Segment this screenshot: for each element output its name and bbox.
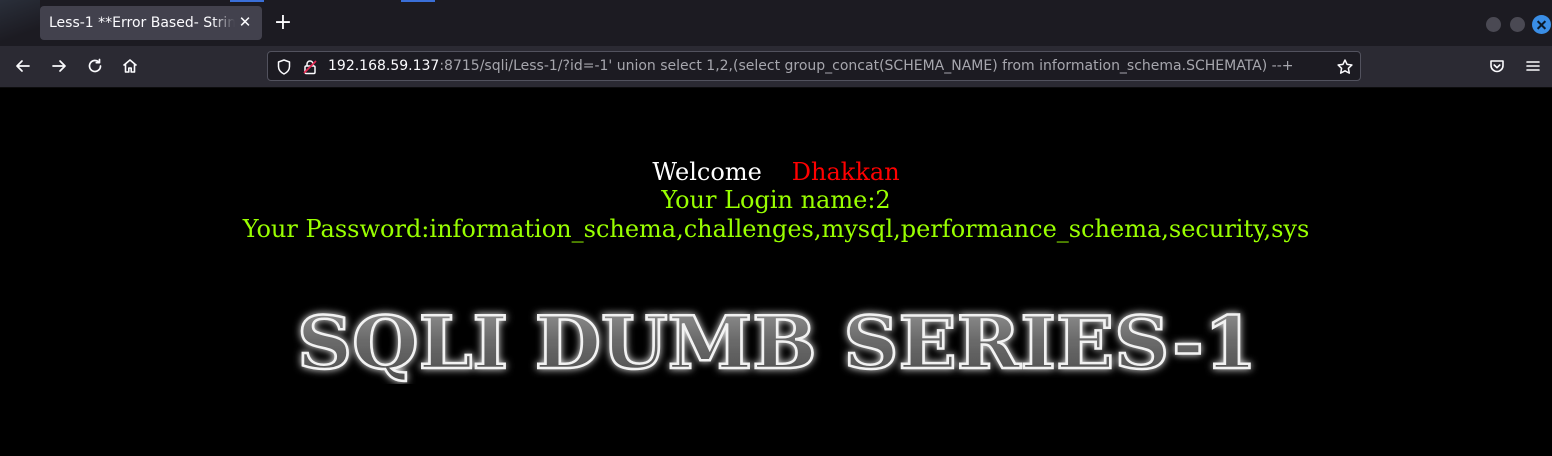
tabstrip-accent xyxy=(401,0,435,2)
welcome-line: Welcome Dhakkan xyxy=(0,158,1552,186)
banner-text: SQLI DUMB SERIES-1 xyxy=(297,302,1257,384)
url-path: :8715/sqli/Less-1/?id=-1' union select 1… xyxy=(439,58,1294,74)
tab-strip: Less-1 **Error Based- String** ✕ + xyxy=(0,0,1552,46)
banner-image: SQLI DUMB SERIES-1 xyxy=(296,302,1259,384)
welcome-label: Welcome xyxy=(652,158,762,186)
menu-button[interactable] xyxy=(1521,54,1545,78)
tabstrip-decoration xyxy=(0,0,40,46)
password-line: Your Password:information_schema,challen… xyxy=(242,215,1310,243)
url-text[interactable]: 192.168.59.137:8715/sqli/Less-1/?id=-1' … xyxy=(328,58,1328,74)
url-bar[interactable]: 192.168.59.137:8715/sqli/Less-1/?id=-1' … xyxy=(267,51,1361,81)
reload-button[interactable] xyxy=(83,54,107,78)
maximize-button[interactable] xyxy=(1510,17,1525,32)
login-name-line: Your Login name:2 xyxy=(661,186,891,214)
welcome-username: Dhakkan xyxy=(791,158,900,186)
minimize-button[interactable] xyxy=(1486,17,1501,32)
close-icon[interactable]: ✕ xyxy=(236,13,254,31)
page-content: Welcome Dhakkan Your Login name:2 Your Pa… xyxy=(0,88,1552,456)
url-host: 192.168.59.137 xyxy=(328,58,440,74)
tab-active[interactable]: Less-1 **Error Based- String** ✕ xyxy=(40,6,262,40)
lock-icon[interactable] xyxy=(301,58,319,76)
window-close-button[interactable] xyxy=(1532,15,1551,34)
home-icon xyxy=(122,59,138,73)
new-tab-button[interactable]: + xyxy=(272,12,294,34)
pocket-button[interactable] xyxy=(1485,54,1509,78)
home-button[interactable] xyxy=(118,54,142,78)
bookmark-star-icon[interactable] xyxy=(1336,58,1354,76)
back-icon xyxy=(16,60,30,72)
tab-title: Less-1 **Error Based- String** xyxy=(49,15,235,31)
pocket-icon xyxy=(1490,60,1504,73)
reload-icon xyxy=(88,58,102,73)
tabstrip-accent xyxy=(230,0,264,2)
navigation-toolbar: 192.168.59.137:8715/sqli/Less-1/?id=-1' … xyxy=(0,46,1552,88)
forward-icon xyxy=(52,60,66,72)
forward-button[interactable] xyxy=(47,54,71,78)
menu-icon xyxy=(1526,61,1540,71)
back-button[interactable] xyxy=(11,54,35,78)
shield-icon[interactable] xyxy=(275,58,293,76)
